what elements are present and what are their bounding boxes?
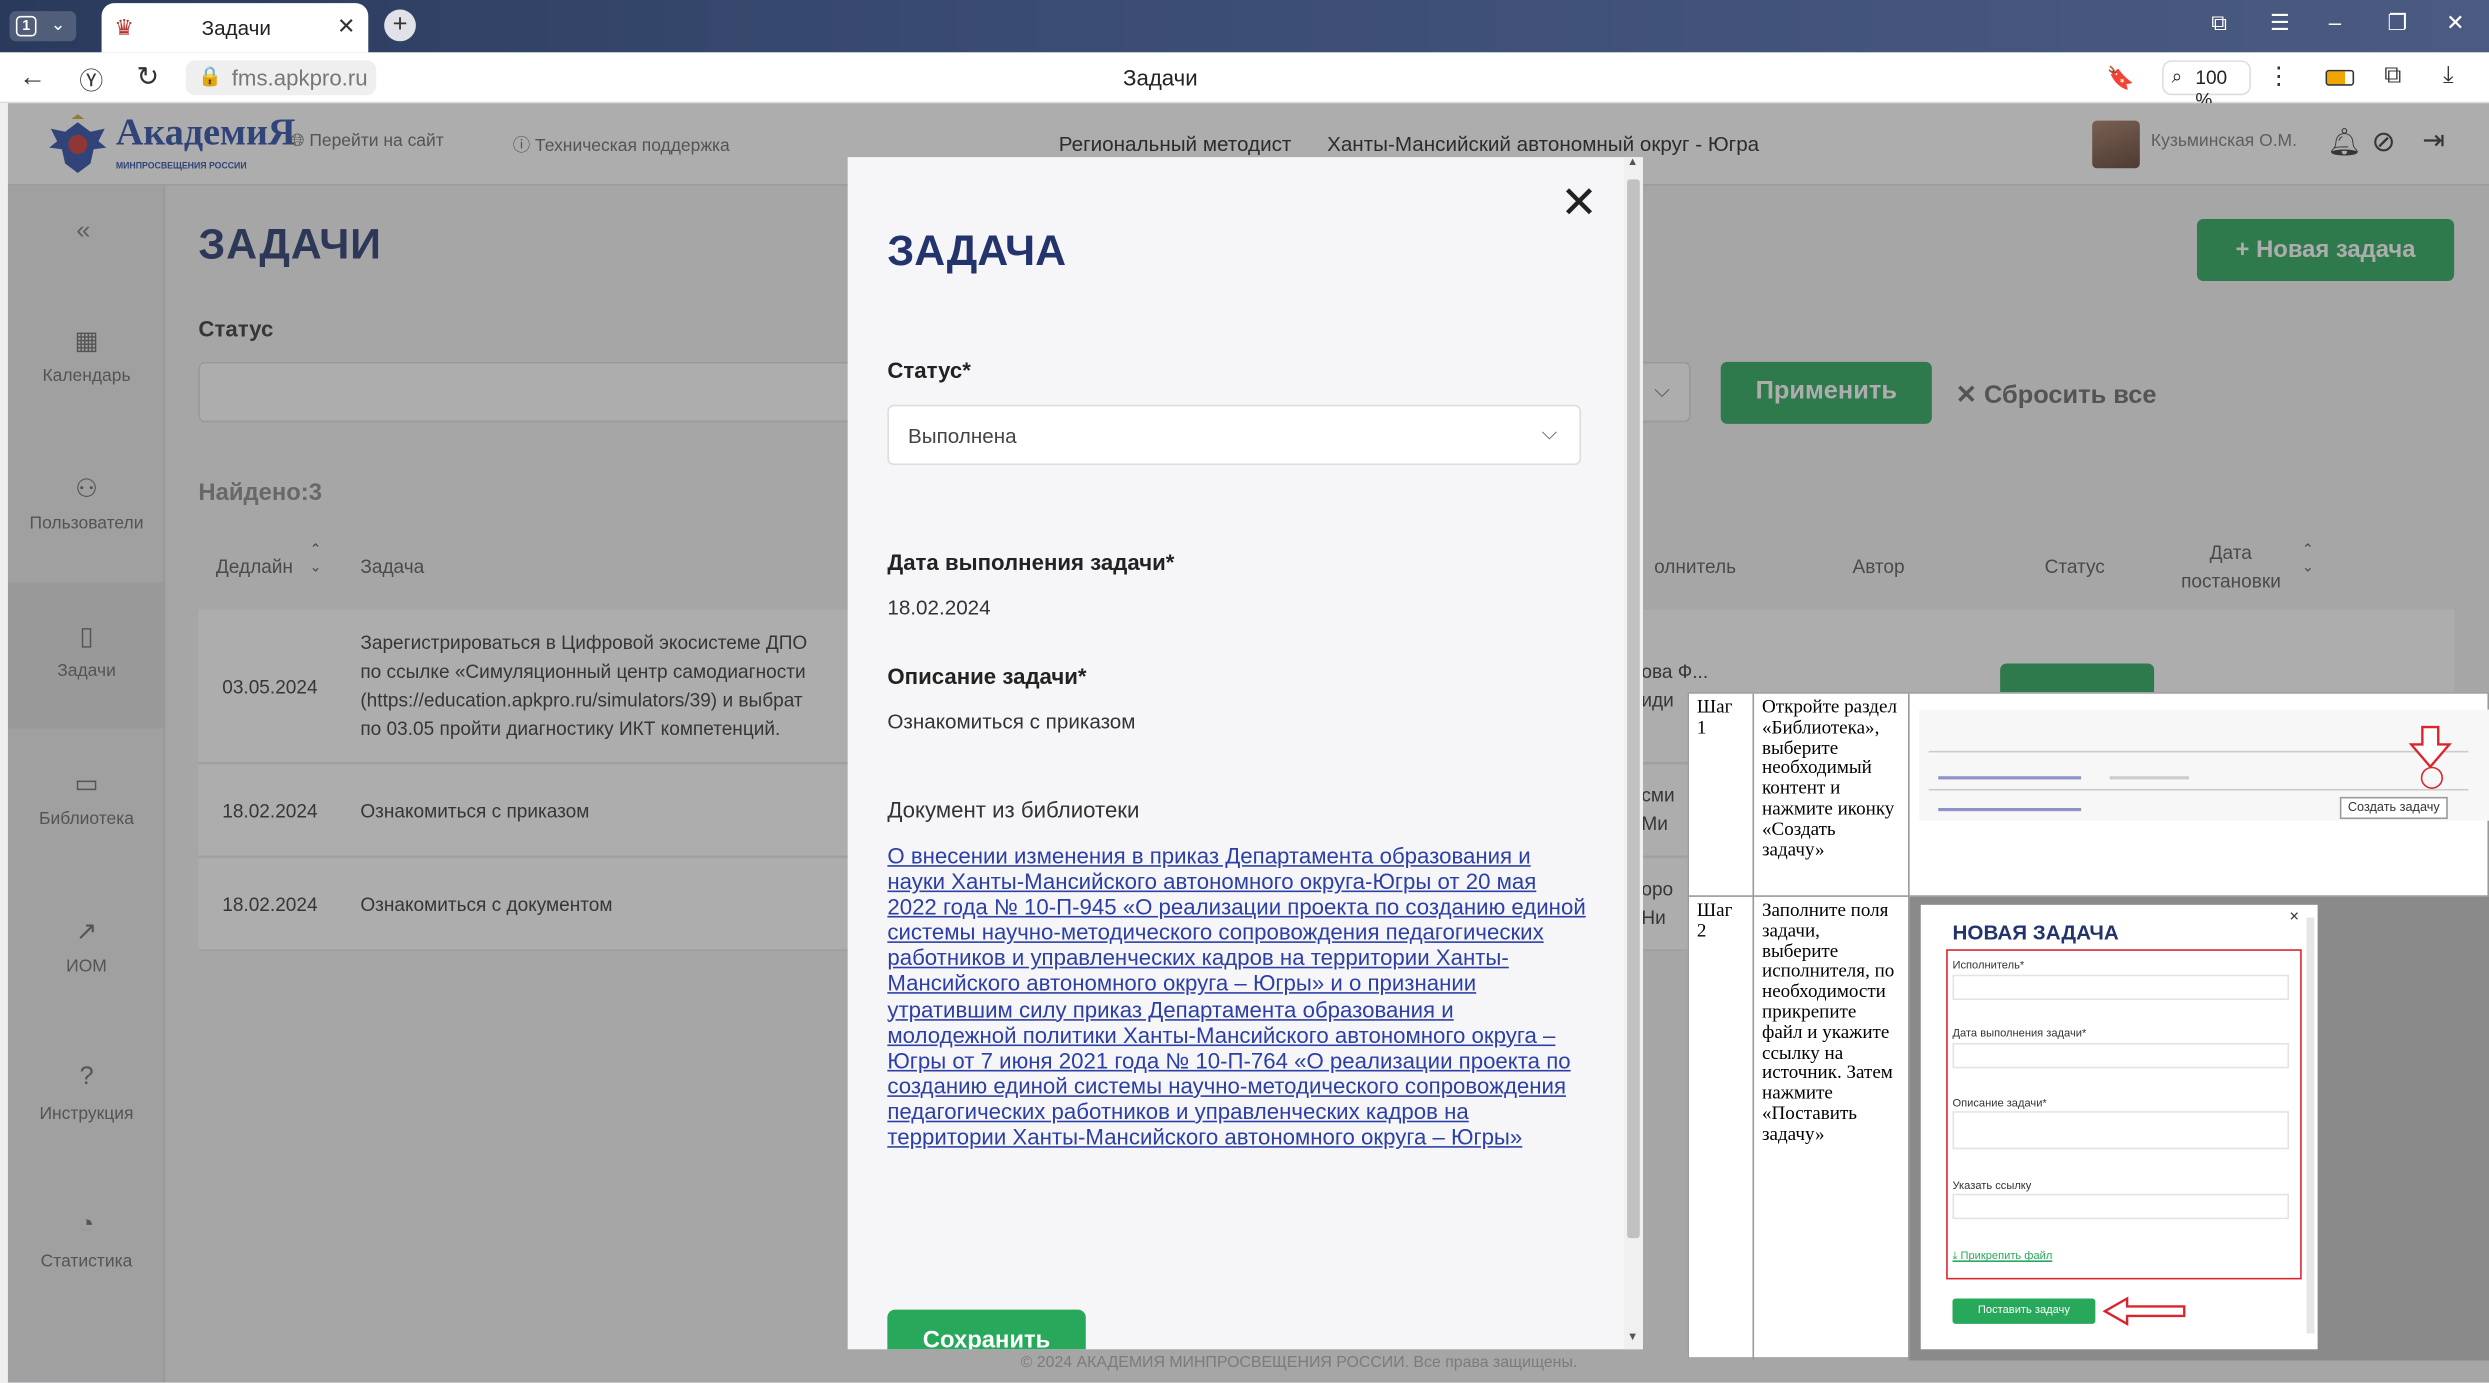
status-label: Статус* — [887, 357, 971, 383]
tab-count: 1 — [15, 15, 37, 37]
close-icon: ✕ — [2289, 909, 2300, 924]
date-label: Дата выполнения задачи* — [887, 549, 1175, 575]
document-link[interactable]: О внесении изменения в приказ Департамен… — [887, 843, 1585, 1150]
status-select[interactable]: Выполнена ⌵ — [887, 404, 1582, 466]
browser-tab[interactable]: ♛ Задачи ✕ — [101, 3, 369, 53]
more-icon[interactable]: ⋮ — [2267, 62, 2291, 90]
new-task-preview: НОВАЯ ЗАДАЧА ✕ Исполнитель* Дата выполне… — [1920, 904, 2318, 1350]
restore-icon[interactable]: ❐ — [2387, 10, 2407, 37]
zoom-icon: ⌕ — [2171, 65, 2183, 88]
attach-file-preview: ⤓ Прикрепить файл — [1953, 1248, 2053, 1268]
battery-icon[interactable] — [2325, 69, 2355, 86]
instruction-table: Шаг 1 Откройте раздел «Библиотека», выбе… — [1687, 692, 2489, 1361]
scroll-down-icon[interactable]: ▼ — [1627, 1332, 1638, 1343]
step2-text: Заполните поля задачи, выберите исполнит… — [1754, 896, 1910, 1361]
new-task-preview-title: НОВАЯ ЗАДАЧА — [1952, 920, 2119, 945]
scroll-up-icon[interactable]: ▲ — [1627, 157, 1638, 168]
zoom-button[interactable]: ⌕ 100 % — [2162, 60, 2251, 111]
download-icon: ⤓ — [1952, 1250, 1961, 1262]
attach-label: Прикрепить файл — [1960, 1250, 2053, 1262]
close-icon[interactable]: ✕ — [1560, 176, 1597, 228]
collections-icon[interactable]: ⧉ — [2384, 62, 2401, 89]
close-window-icon[interactable]: ✕ — [2446, 10, 2465, 37]
close-tab-icon[interactable]: ✕ — [337, 13, 356, 40]
document-label: Документ из библиотеки — [887, 796, 1140, 823]
scrollbar-thumb[interactable] — [1627, 179, 1640, 1239]
browser-tab-bar: 1 ⌄ ♛ Задачи ✕ + ⧉ ☰ – ❐ ✕ — [0, 0, 2489, 53]
status-value: Выполнена — [907, 423, 1017, 448]
modal-scrollbar[interactable]: ▲ ▼ — [1623, 157, 1643, 1350]
favicon-icon: ♛ — [114, 14, 135, 40]
save-button[interactable]: Сохранить — [887, 1309, 1086, 1350]
chevron-down-icon: ⌵ — [1541, 420, 1558, 445]
chevron-down-icon: ⌄ — [50, 15, 66, 35]
download-icon[interactable]: ⤓ — [2443, 62, 2454, 89]
date-value: 18.02.2024 — [887, 595, 991, 620]
modal-title: ЗАДАЧА — [887, 226, 1067, 275]
page-title-bar: Задачи — [1123, 65, 1198, 91]
submit-task-preview: Поставить задачу — [1952, 1298, 2096, 1324]
arrow-left-icon — [2102, 1296, 2186, 1326]
step1-text: Откройте раздел «Библиотека», выберите н… — [1754, 693, 1910, 897]
new-tab-button[interactable]: + — [384, 9, 416, 42]
step1-label: Шаг 1 — [1688, 693, 1755, 897]
bookmark-icon[interactable]: 🔖 — [2106, 65, 2134, 92]
menu-icon[interactable]: ☰ — [2270, 10, 2290, 37]
description-value: Ознакомиться с приказом — [887, 709, 1136, 734]
tab-counter-button[interactable]: 1 ⌄ — [9, 11, 77, 42]
step2-label: Шаг 2 — [1689, 896, 1755, 1361]
minimize-icon[interactable]: – — [2329, 10, 2341, 35]
address-bar: ← Ⓨ ↻ 🔒 fms.apkpro.ru Задачи 🔖 ⌕ 100 % ⋮ ⧉… — [0, 52, 2489, 111]
task-modal: ЗАДАЧА ✕ Статус* Выполнена ⌵ Дата выполне… — [847, 157, 1643, 1350]
tab-title: Задачи — [201, 15, 271, 40]
create-task-button-preview: Создать задачу — [2339, 796, 2448, 820]
step2-screenshot: НОВАЯ ЗАДАЧА ✕ Исполнитель* Дата выполне… — [1909, 896, 2489, 1361]
highlight-circle — [2420, 766, 2444, 789]
step1-screenshot: Создать задачу — [1909, 694, 2489, 897]
description-label: Описание задачи* — [887, 663, 1087, 689]
arrow-down-icon — [2408, 725, 2452, 769]
bookmarks-bar-icon[interactable]: ⧉ — [2211, 10, 2227, 37]
